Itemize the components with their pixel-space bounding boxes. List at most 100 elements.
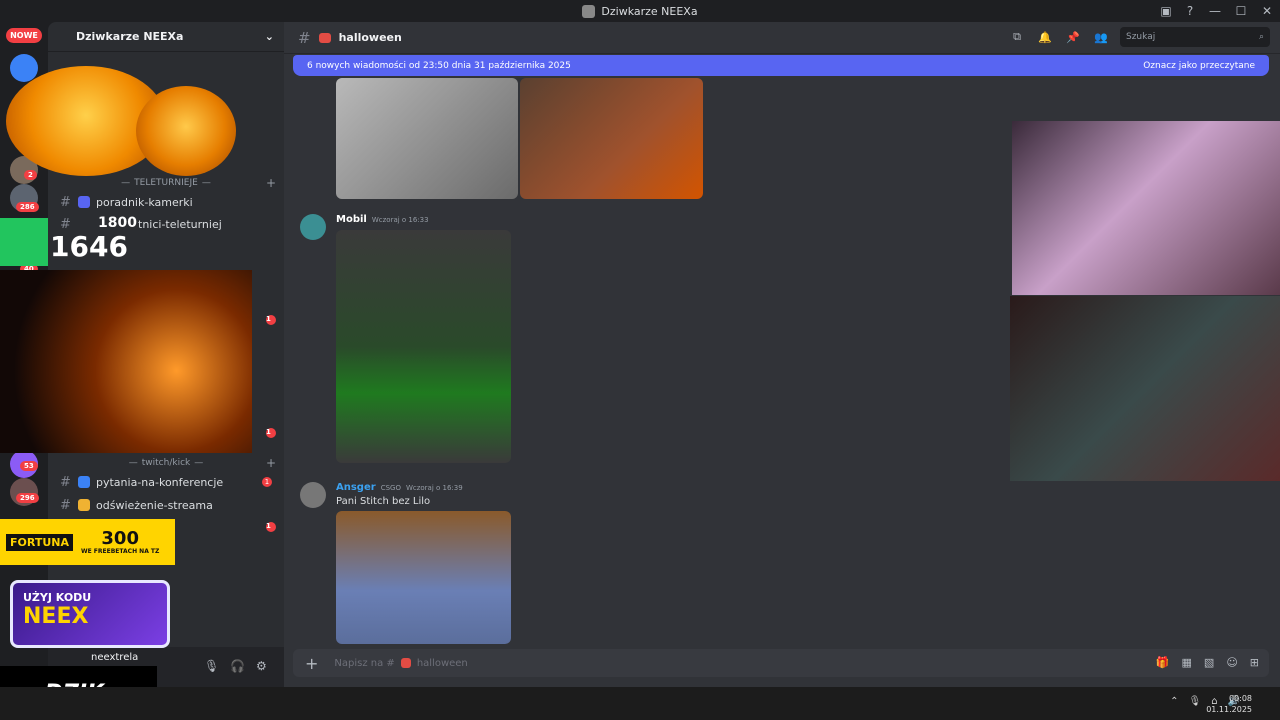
guest-webcam-2 — [1010, 296, 1280, 481]
banner-text: 6 nowych wiadomości od 23:50 dnia 31 paź… — [307, 60, 571, 71]
avatar[interactable] — [300, 214, 326, 240]
bell-icon[interactable]: 🔔 — [1036, 31, 1054, 44]
taskbar: ⌃ 🎙 ⌂ 🔊 00:08 01.11.2025 — [0, 687, 1280, 720]
image-attachment[interactable] — [336, 511, 511, 644]
emoji-icon — [78, 476, 90, 488]
image-attachment[interactable] — [520, 78, 703, 199]
message-text: Pani Stitch bez Lilo — [336, 496, 431, 507]
role-tag: CSGO — [380, 483, 401, 492]
emoji-picker-icon[interactable]: ☺ — [1226, 656, 1237, 669]
promo-amount: 300 — [101, 527, 139, 549]
microphone-icon[interactable]: 🎙 — [204, 659, 219, 673]
promo-code-banner: UŻYJ KODU NEEX — [10, 580, 170, 648]
streamer-webcam — [0, 270, 252, 453]
add-channel-icon[interactable]: + — [266, 176, 276, 190]
fortuna-promo: FORTUNA 300 WE FREEBETACH NA TZ — [0, 519, 175, 565]
close-button[interactable]: ✕ — [1254, 4, 1280, 18]
add-attachment-icon[interactable]: + — [305, 654, 318, 673]
sticker-icon[interactable]: ▧ — [1204, 656, 1214, 669]
promo-sub: WE FREEBETACH NA TZ — [81, 547, 160, 555]
chevron-down-icon: ⌄ — [264, 30, 274, 43]
server-badge: 53 — [20, 461, 38, 471]
header-toolbar: ⧉ 🔔 📌 👥 Szukaj ⌕ — [1008, 27, 1270, 47]
hash-icon: # — [298, 28, 311, 47]
server-name: Dziwkarze NEEXa — [76, 30, 184, 43]
pumpkin-overlay — [6, 56, 236, 176]
category-label: twitch/kick — [141, 458, 191, 468]
composer-channel: halloween — [416, 657, 468, 669]
unread-badge: 1 — [266, 315, 276, 325]
channel-label: odświeżenie-streama — [96, 498, 213, 512]
gear-icon[interactable]: ⚙ — [256, 659, 267, 673]
server-badge: 296 — [16, 493, 39, 503]
timestamp: Wczoraj o 16:33 — [371, 215, 429, 224]
author-name[interactable]: Ansger — [336, 482, 376, 493]
threads-icon[interactable]: ⧉ — [1008, 30, 1026, 44]
pin-icon[interactable]: 📌 — [1064, 31, 1082, 44]
gif-icon[interactable]: ▦ — [1182, 656, 1192, 669]
new-messages-banner[interactable]: 6 nowych wiadomości od 23:50 dnia 31 paź… — [293, 55, 1269, 76]
mark-read-button[interactable]: Oznacz jako przeczytane — [1143, 61, 1255, 71]
counter-main: 1646 — [50, 230, 128, 263]
help-icon[interactable]: ? — [1178, 0, 1202, 22]
search-icon: ⌕ — [1258, 32, 1264, 42]
message-composer[interactable]: + Napisz na # halloween 🎁 ▦ ▧ ☺ ⊞ — [293, 649, 1269, 677]
microphone-icon[interactable]: 🎙 — [1188, 696, 1201, 707]
hash-icon: # — [60, 474, 71, 490]
search-input[interactable]: Szukaj ⌕ — [1120, 27, 1270, 47]
clock[interactable]: 00:08 01.11.2025 — [1206, 693, 1252, 715]
window-title: Dziwkarze NEEXa — [582, 4, 698, 18]
channel-poradnik-kamerki[interactable]: # poradnik-kamerki — [56, 191, 276, 213]
green-overlay-block — [0, 218, 48, 266]
channel-label: tnici-teleturniej — [138, 217, 222, 231]
minimize-button[interactable]: — — [1202, 4, 1228, 18]
channel-title: halloween — [338, 31, 402, 44]
inbox-icon[interactable]: ▣ — [1154, 0, 1178, 22]
promo-code-label: UŻYJ KODU — [23, 591, 92, 604]
members-icon[interactable]: 👥 — [1092, 31, 1110, 44]
image-attachment[interactable] — [336, 230, 511, 463]
maximize-button[interactable]: ☐ — [1228, 4, 1254, 18]
guest-webcam-1 — [1012, 121, 1280, 295]
server-icon — [582, 4, 596, 18]
add-channel-icon[interactable]: + — [266, 456, 276, 470]
message: Mobil Wczoraj o 16:33 — [300, 214, 429, 240]
hash-icon: # — [60, 497, 71, 513]
clock-time: 00:08 — [1228, 694, 1252, 703]
category-twitch-kick[interactable]: — twitch/kick — + — [48, 456, 284, 470]
category-teleturnieje[interactable]: — TELETURNIEJE — + — [48, 176, 284, 190]
server-header[interactable]: Dziwkarze NEEXa ⌄ — [48, 22, 284, 52]
channel-label: pytania-na-konferencje — [96, 475, 224, 489]
category-label: TELETURNIEJE — [134, 178, 198, 188]
promo-code: NEEX — [23, 604, 89, 629]
composer-placeholder: Napisz na # — [334, 657, 395, 669]
clock-date: 01.11.2025 — [1206, 705, 1252, 714]
headphones-icon[interactable]: 🎧 — [230, 659, 245, 673]
search-placeholder: Szukaj — [1126, 32, 1156, 42]
window-titlebar: Dziwkarze NEEXa ▣ ? — ☐ ✕ — [0, 0, 1280, 22]
avatar[interactable] — [300, 482, 326, 508]
emoji-icon — [318, 32, 331, 43]
channel-odswiezenie[interactable]: # odświeżenie-streama — [56, 494, 276, 516]
unread-badge: 1 — [266, 522, 276, 532]
username[interactable]: neextrela — [91, 652, 138, 663]
timestamp: Wczoraj o 16:39 — [405, 483, 463, 492]
image-attachment[interactable] — [336, 78, 518, 199]
new-badge[interactable]: NOWE — [6, 28, 42, 43]
counter-top: 1800 — [98, 215, 137, 231]
emoji-icon — [400, 658, 411, 668]
hash-icon: # — [60, 194, 71, 210]
chevron-up-icon[interactable]: ⌃ — [1170, 696, 1178, 707]
unread-badge: 1 — [262, 477, 272, 487]
unread-badge: 1 — [266, 428, 276, 438]
message: Ansger CSGO Wczoraj o 16:39 Pani Stitch … — [300, 482, 463, 508]
emoji-icon — [78, 196, 90, 208]
fortuna-logo: FORTUNA — [6, 533, 73, 551]
channel-label: poradnik-kamerki — [96, 195, 193, 209]
gift-icon[interactable]: 🎁 — [1156, 656, 1170, 669]
apps-icon[interactable]: ⊞ — [1250, 656, 1259, 669]
author-name[interactable]: Mobil — [336, 214, 367, 225]
emoji-icon — [78, 499, 90, 511]
channel-pytania[interactable]: # pytania-na-konferencje 1 — [56, 471, 276, 493]
window-title-text: Dziwkarze NEEXa — [601, 4, 698, 18]
